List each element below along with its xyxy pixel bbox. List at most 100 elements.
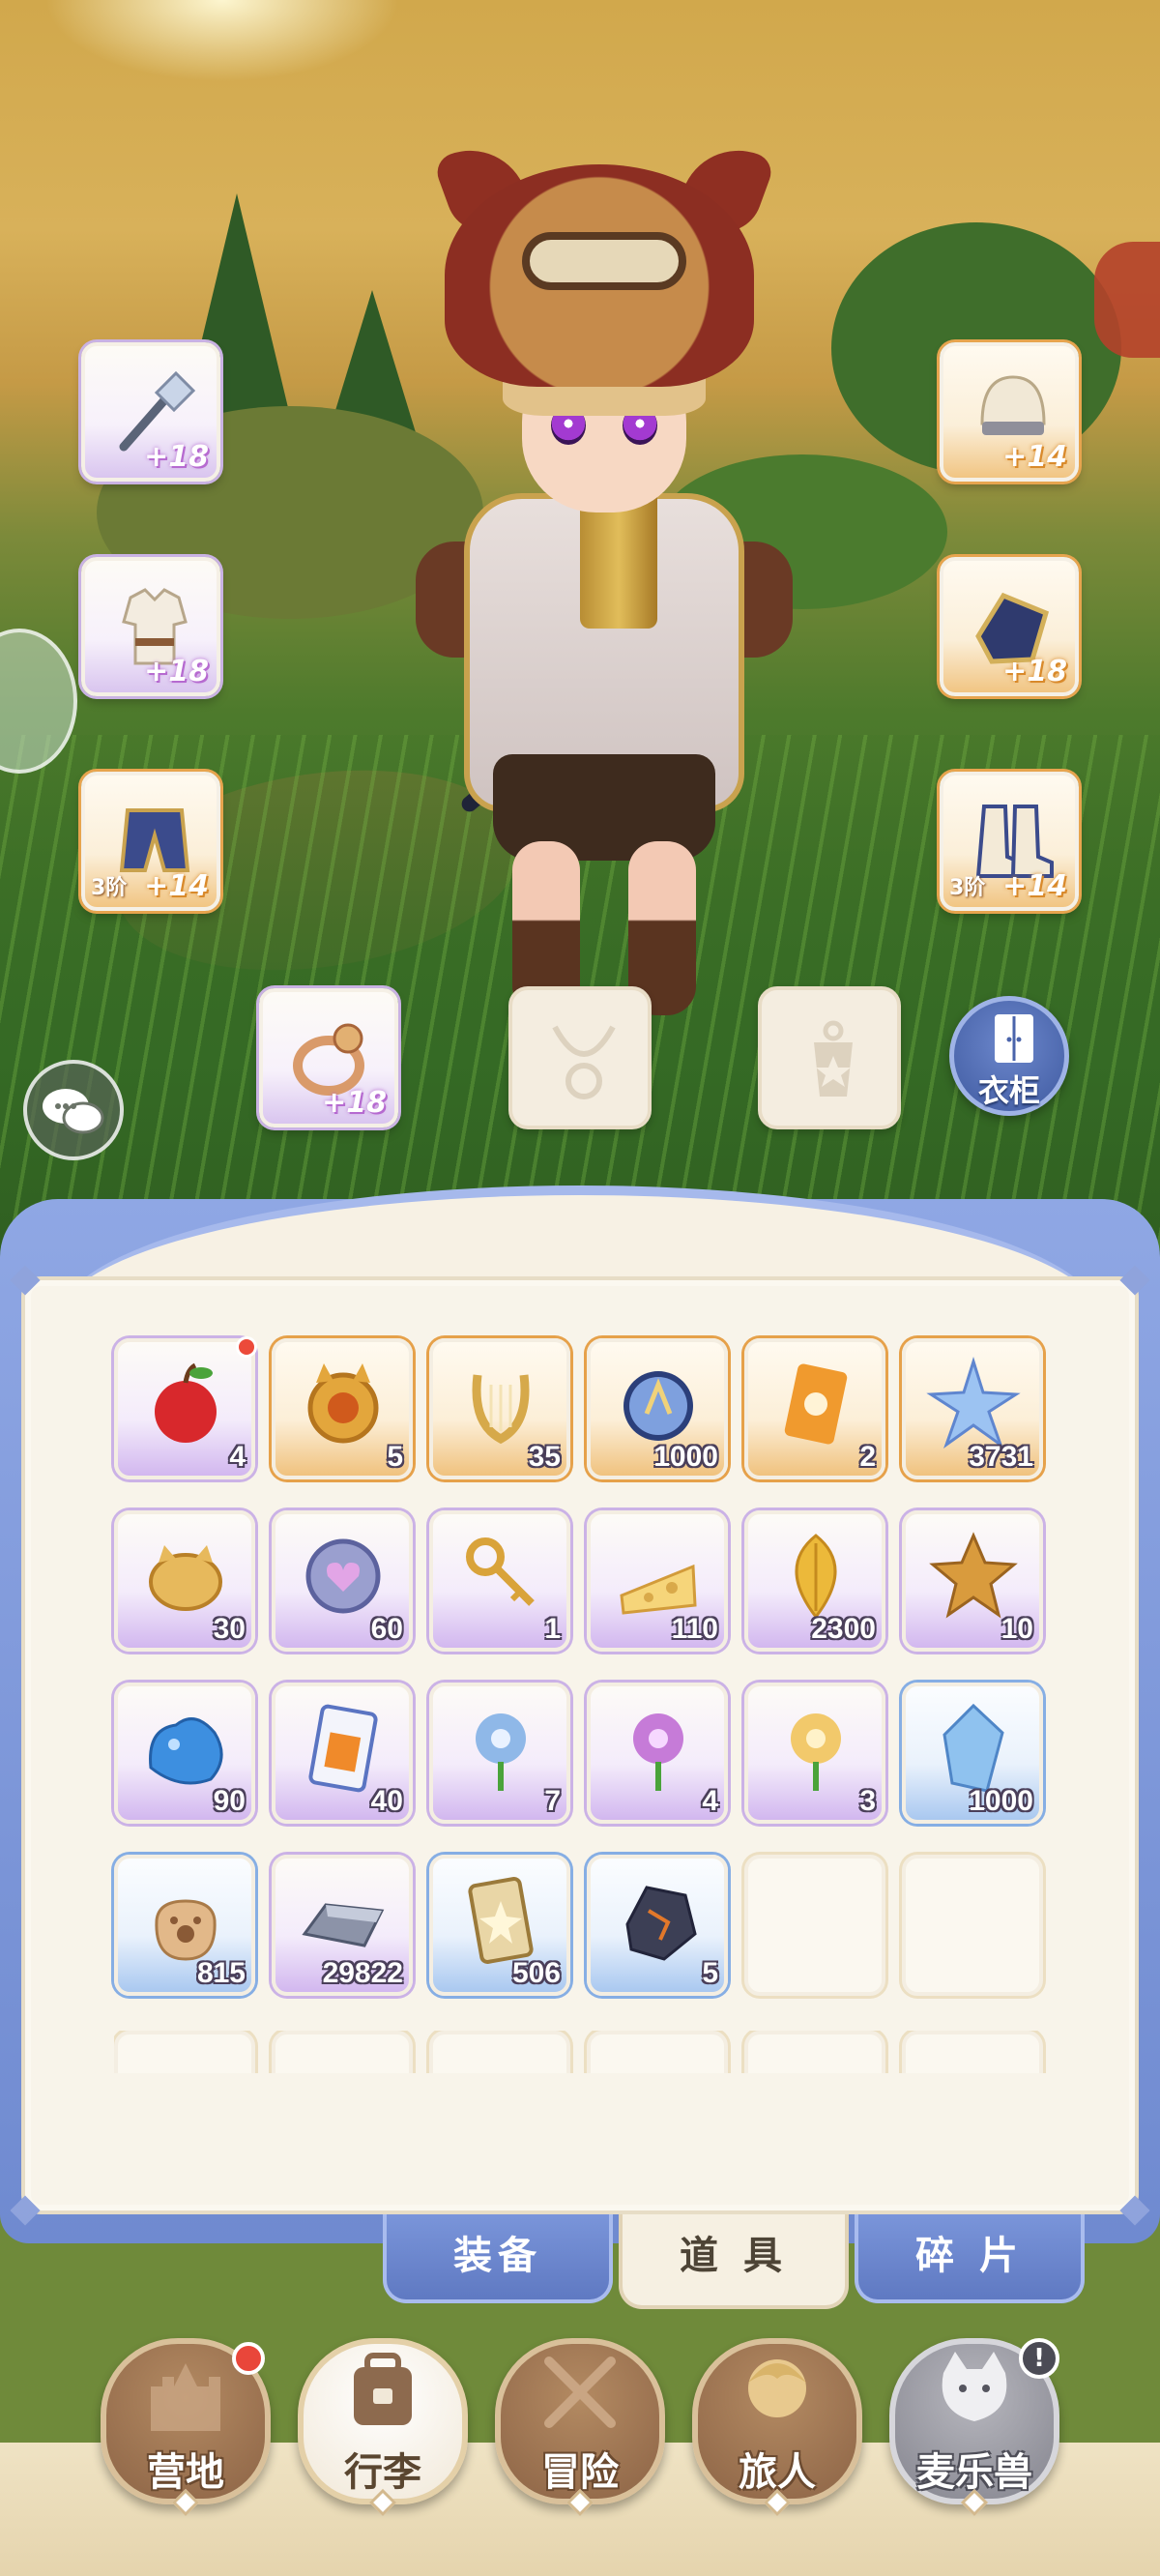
inventory-item-blue-flower[interactable]: 7 [429,1683,570,1824]
golden-key-icon [466,1537,535,1606]
inventory-item-iron-ingot[interactable]: 29822 [272,1855,413,1996]
enhance-level: +14 [1002,869,1067,903]
chat-bubble-icon [43,1089,104,1134]
blue-slime-icon [149,1717,223,1785]
charm-icon [814,1020,853,1097]
inventory-slot-empty[interactable] [902,1855,1043,1996]
inventory-slot-empty[interactable] [902,2031,1043,2073]
enhance-level: +14 [1002,440,1067,474]
inventory-grid-next-row [114,2031,1046,2073]
inventory-item-paw-bag[interactable]: 815 [114,1855,255,1996]
necklace-icon [552,1025,616,1099]
item-count: 7 [544,1785,561,1817]
inventory-grid: 4 5 35 1000 2 3731 30 60 1 110 2300 10 90 40 7 4 3 1000 81… [114,1336,1046,1996]
inventory-slot-empty[interactable] [744,2031,885,2073]
equip-slot-charm-empty[interactable] [758,986,901,1129]
inventory-item-dark-ore[interactable]: 5 [587,1855,728,1996]
item-count: 1 [544,1613,561,1645]
ticket-icon [308,1704,378,1793]
nav-traveler[interactable]: 旅人 [692,2338,862,2517]
inventory-item-golden-key[interactable]: 1 [429,1510,570,1652]
equip-slot-pants[interactable]: 3阶 +14 [81,772,220,911]
enhance-level: +18 [144,440,209,474]
purple-flower-icon [633,1713,683,1791]
chat-button[interactable] [23,1060,124,1160]
equip-slot-boots[interactable]: 3阶 +14 [940,772,1079,911]
inventory-item-crystal-orb[interactable]: 1000 [587,1338,728,1479]
equip-slot-weapon[interactable]: +18 [81,342,220,482]
item-count: 506 [511,1957,561,1989]
inventory-item-blue-slime[interactable]: 90 [114,1683,255,1824]
inventory-slot-empty[interactable] [272,2031,413,2073]
inventory-item-ticket[interactable]: 40 [272,1683,413,1824]
item-count: 10 [1000,1613,1033,1645]
item-count: 29822 [322,1957,403,1989]
enhance-level: +18 [322,1086,387,1120]
traveler-icon [748,2359,806,2417]
inventory-item-golden-leaf[interactable]: 2300 [744,1510,885,1652]
lyre-icon [472,1374,530,1445]
inventory-slot-empty[interactable] [114,2031,255,2073]
nav-adventure[interactable]: 冒险 [495,2338,665,2517]
inventory-item-star-cookie[interactable]: 10 [902,1510,1043,1652]
inventory-item-gold-cat-coin[interactable]: 5 [272,1338,413,1479]
item-count: 35 [528,1441,561,1473]
inventory-item-star-crystal[interactable]: 3731 [902,1338,1043,1479]
notification-badge [232,2342,265,2375]
crossed-swords-icon [544,2356,616,2428]
inventory-item-apple[interactable]: 4 [114,1336,257,1479]
dark-ore-icon [625,1886,697,1961]
crystal-orb-icon [624,1371,693,1441]
tab-items[interactable]: 道 具 [619,2214,849,2309]
equip-slot-ring[interactable]: +18 [259,988,398,1127]
inventory-slot-empty[interactable] [429,2031,570,2073]
equip-slot-gloves[interactable]: +18 [940,557,1079,696]
item-count: 1000 [969,1785,1033,1817]
inventory-item-heart-coin[interactable]: 60 [272,1510,413,1652]
pet-icon [942,2352,1007,2421]
item-count: 5 [387,1441,403,1473]
backpack-icon [354,2353,412,2425]
inventory-item-cheese[interactable]: 110 [587,1510,728,1652]
pet-partial-icon [1094,242,1160,358]
inventory-item-purple-flower[interactable]: 4 [587,1683,728,1824]
paw-bag-icon [155,1899,217,1961]
castle-icon [151,2363,220,2431]
star-card-icon [468,1877,534,1964]
inventory-tabs: 装备 道 具 碎 片 [383,2214,1085,2309]
star-crystal-icon [926,1356,1021,1449]
equip-slot-necklace-empty[interactable] [508,986,652,1129]
equip-slot-armor[interactable]: +18 [81,557,220,696]
blue-gem-icon [942,1703,1004,1793]
enhance-level: +18 [1002,655,1067,688]
new-item-dot [236,1336,257,1358]
inventory-item-star-card[interactable]: 506 [429,1855,570,1996]
heart-coin-icon [305,1538,381,1614]
item-count: 90 [213,1785,246,1817]
yellow-flower-icon [791,1713,841,1791]
golden-leaf-icon [795,1534,837,1620]
wardrobe-label: 衣柜 [977,1072,1040,1109]
nav-camp[interactable]: 营地 [101,2338,271,2517]
tab-equipment[interactable]: 装备 [383,2214,613,2303]
tier-label: 3阶 [91,876,128,900]
nav-luggage[interactable]: 行李 [298,2338,468,2517]
inventory-item-blue-gem[interactable]: 1000 [902,1683,1043,1824]
item-count: 1000 [653,1441,718,1473]
alert-badge: ! [1019,2338,1059,2379]
nav-pet[interactable]: 麦乐兽 ! [889,2338,1059,2517]
inventory-item-orange-card[interactable]: 2 [744,1338,885,1479]
inventory-item-yellow-flower[interactable]: 3 [744,1683,885,1824]
item-count: 815 [196,1957,246,1989]
inventory-item-cat-cookie[interactable]: 30 [114,1510,255,1652]
wardrobe-button[interactable]: 衣柜 [949,996,1069,1116]
inventory-item-lyre[interactable]: 35 [429,1338,570,1479]
tab-fragments[interactable]: 碎 片 [855,2214,1085,2303]
equip-slot-helmet[interactable]: +14 [940,342,1079,482]
item-count: 5 [702,1957,718,1989]
blue-flower-icon [476,1713,526,1791]
inventory-slot-empty[interactable] [587,2031,728,2073]
item-count: 2 [859,1441,876,1473]
gold-cat-coin-icon [307,1363,379,1444]
inventory-slot-empty[interactable] [744,1855,885,1996]
